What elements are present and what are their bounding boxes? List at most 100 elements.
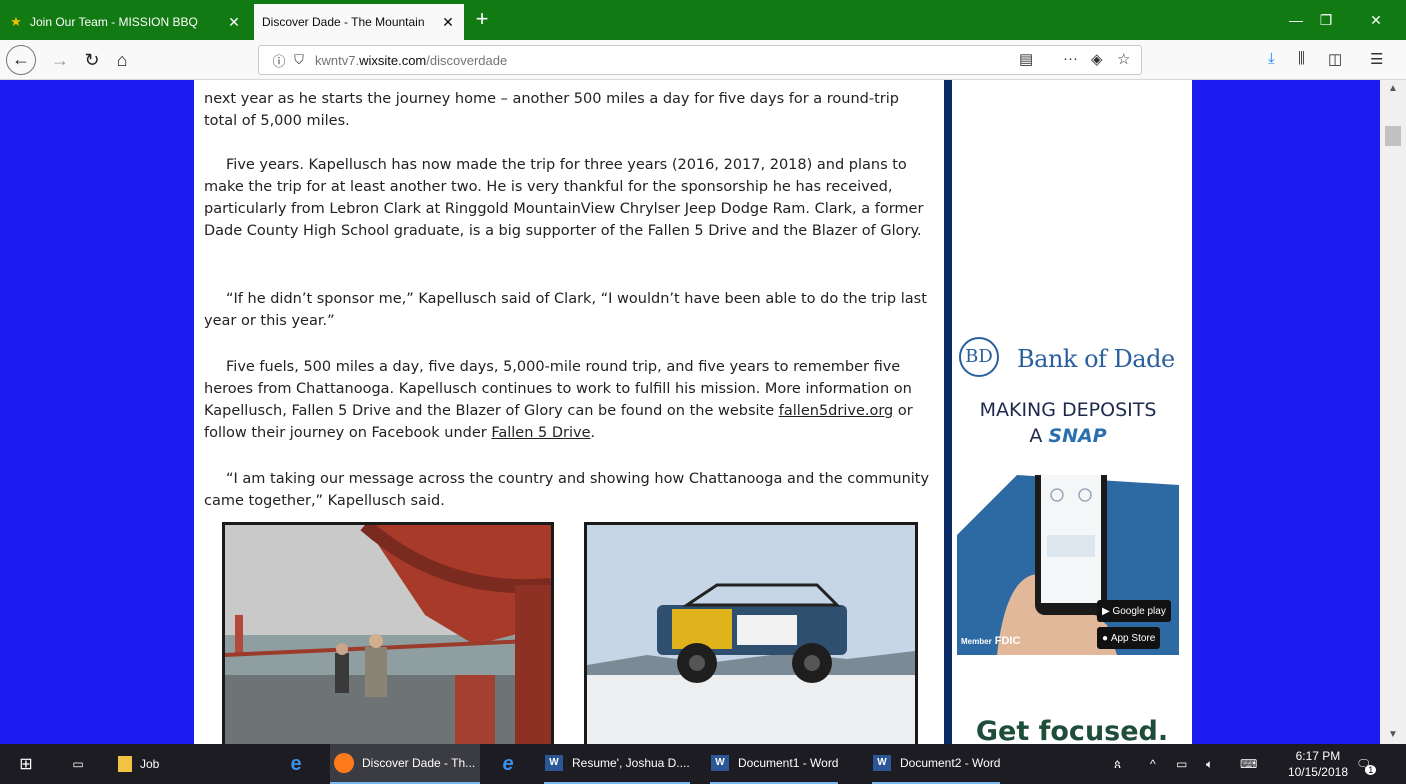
restore-button[interactable]: ❐ bbox=[1312, 8, 1340, 32]
vehicle-photo-image bbox=[587, 525, 915, 744]
app-store-badge[interactable]: ● App Store bbox=[1097, 627, 1161, 649]
tab-title: Join Our Team - MISSION BBQ bbox=[30, 15, 198, 29]
taskbar-item-firefox[interactable]: Discover Dade - Th... bbox=[330, 744, 480, 784]
taskbar-edge[interactable]: e bbox=[286, 744, 314, 784]
ad-headline-1: MAKING DEPOSITS bbox=[979, 399, 1157, 421]
clock-date: 10/15/2018 bbox=[1287, 765, 1348, 779]
back-button[interactable]: ← bbox=[6, 45, 36, 75]
firefox-icon bbox=[334, 753, 354, 773]
volume-icon[interactable]: 🔈︎ bbox=[1206, 744, 1213, 784]
taskbar-item-document1[interactable]: W Document1 - Word bbox=[710, 744, 839, 784]
info-icon[interactable]: ⓘ bbox=[269, 51, 289, 70]
taskbar: ⊞ ▭ Job e Discover Dade - Th... e W Resum… bbox=[0, 744, 1406, 784]
ie-icon: e bbox=[502, 752, 514, 775]
action-center-icon[interactable]: 🗨︎ 1 bbox=[1356, 744, 1377, 784]
taskbar-label: Document1 - Word bbox=[738, 756, 839, 770]
battery-icon[interactable]: ▭ bbox=[1176, 744, 1187, 784]
google-play-badge[interactable]: ▶ Google play bbox=[1097, 600, 1171, 622]
apple-icon: ● bbox=[1102, 632, 1111, 644]
taskbar-label: Document2 - Word bbox=[900, 756, 1001, 770]
scroll-thumb[interactable] bbox=[1385, 126, 1401, 146]
word-icon: W bbox=[544, 753, 564, 773]
page-scrollbar[interactable]: ▲ ▼ bbox=[1380, 80, 1406, 744]
ad-headline-emphasis: SNAP bbox=[1048, 425, 1107, 447]
ad-headline-2: A SNAP bbox=[957, 425, 1179, 447]
show-hidden-icons-icon[interactable]: ^ bbox=[1150, 744, 1156, 784]
paragraph-text: . bbox=[590, 425, 596, 441]
ad-headline-prefix: A bbox=[1029, 425, 1049, 447]
forward-button[interactable]: → bbox=[46, 46, 74, 74]
task-view-icon: ▭ bbox=[72, 757, 84, 771]
get-focused-ad-text[interactable]: Get focused. bbox=[952, 716, 1192, 744]
nav-bar: ← → ↻ ⌂ ⓘ ⛉ kwntv7.wixsite.com/discoverd… bbox=[0, 40, 1406, 80]
library-icon[interactable]: ⫼ bbox=[1298, 50, 1305, 67]
taskbar-item-resume[interactable]: W Resume', Joshua D.... bbox=[544, 744, 690, 784]
minimize-button[interactable]: — bbox=[1282, 8, 1310, 32]
google-play-label: Google play bbox=[1112, 605, 1166, 617]
url-text[interactable]: kwntv7.wixsite.com/discoverdade bbox=[315, 53, 507, 68]
close-tab-icon[interactable]: ✕ bbox=[440, 14, 456, 31]
fdic-member-label: Member bbox=[961, 637, 992, 646]
star-favicon-icon: ★ bbox=[10, 14, 22, 29]
folder-icon bbox=[118, 756, 132, 772]
fdic-badge: Member FDIC bbox=[961, 635, 1020, 647]
windows-logo-icon: ⊞ bbox=[19, 756, 33, 773]
scroll-up-icon[interactable]: ▲ bbox=[1380, 80, 1406, 98]
sidebar: BD Bank of Dade MAKING DEPOSITS A SNAP ▶… bbox=[952, 80, 1192, 744]
bookmark-star-icon[interactable]: ☆ bbox=[1117, 50, 1130, 68]
taskbar-ie[interactable]: e bbox=[498, 744, 526, 784]
close-window-button[interactable]: ✕ bbox=[1362, 8, 1390, 32]
vehicle-photo[interactable] bbox=[584, 522, 918, 744]
taskbar-item-job[interactable]: Job bbox=[118, 744, 159, 784]
edge-icon: e bbox=[290, 752, 302, 775]
taskbar-item-document2[interactable]: W Document2 - Word bbox=[872, 744, 1001, 784]
sidebar-toggle-icon[interactable]: ◫ bbox=[1328, 50, 1342, 68]
tab-discover-dade[interactable]: Discover Dade - The Mountain ✕ bbox=[254, 4, 464, 40]
taskbar-label: Resume', Joshua D.... bbox=[572, 756, 690, 770]
play-icon: ▶ bbox=[1102, 605, 1113, 617]
keyboard-icon[interactable]: ⌨ bbox=[1240, 744, 1257, 784]
word-icon: W bbox=[872, 753, 892, 773]
reload-button[interactable]: ↻ bbox=[78, 46, 106, 74]
start-button[interactable]: ⊞ bbox=[16, 744, 44, 784]
paragraph-2: Five years. Kapellusch has now made the … bbox=[204, 157, 924, 239]
paragraph-text: next year as he starts the journey home … bbox=[204, 91, 899, 129]
taskbar-label: Discover Dade - Th... bbox=[362, 756, 476, 770]
downloads-icon[interactable]: ⤓ bbox=[1268, 50, 1275, 67]
app-store-label: App Store bbox=[1110, 632, 1156, 644]
article-column: next year as he starts the journey home … bbox=[194, 80, 944, 744]
shield-icon[interactable]: ⛉ bbox=[289, 52, 309, 68]
paragraph-1: next year as he starts the journey home … bbox=[204, 80, 934, 132]
facebook-fallen5-link[interactable]: Fallen 5 Drive bbox=[491, 425, 590, 441]
menu-icon[interactable]: ☰ bbox=[1370, 50, 1383, 68]
page-actions-icon[interactable]: ··· bbox=[1063, 50, 1078, 67]
tab-bar: ★ Join Our Team - MISSION BBQ ✕ Discover… bbox=[0, 0, 1406, 40]
scroll-down-icon[interactable]: ▼ bbox=[1380, 726, 1406, 744]
bank-of-dade-ad[interactable]: BD Bank of Dade MAKING DEPOSITS A SNAP ▶… bbox=[957, 335, 1179, 655]
page-content: next year as he starts the journey home … bbox=[0, 80, 1380, 744]
pocket-icon[interactable]: ◈ bbox=[1091, 50, 1103, 68]
new-tab-button[interactable]: + bbox=[470, 6, 494, 34]
fallen5drive-link[interactable]: fallen5drive.org bbox=[779, 403, 893, 419]
paragraph-4: Five fuels, 500 miles a day, five days, … bbox=[204, 356, 934, 444]
task-view-button[interactable]: ▭ bbox=[68, 744, 96, 784]
bridge-photo-image bbox=[225, 525, 551, 744]
url-subdomain: kwntv7. bbox=[315, 52, 360, 68]
home-button[interactable]: ⌂ bbox=[108, 46, 136, 74]
url-path: /discoverdade bbox=[426, 52, 508, 68]
url-bar[interactable]: ⓘ ⛉ kwntv7.wixsite.com/discoverdade ▤ ··… bbox=[258, 45, 1142, 75]
people-icon[interactable]: ጰ bbox=[1114, 744, 1121, 784]
paragraph-5: “I am taking our message across the coun… bbox=[204, 471, 930, 509]
clock-time: 6:17 PM bbox=[1295, 749, 1341, 763]
tab-mission-bbq[interactable]: ★ Join Our Team - MISSION BBQ ✕ bbox=[0, 4, 250, 40]
reader-view-icon[interactable]: ▤ bbox=[1019, 50, 1033, 68]
word-icon: W bbox=[710, 753, 730, 773]
paragraph-3: “If he didn’t sponsor me,” Kapellusch sa… bbox=[204, 291, 927, 329]
taskbar-label: Job bbox=[140, 757, 160, 771]
url-domain: wixsite.com bbox=[359, 52, 427, 68]
system-clock[interactable]: 6:17 PM 10/15/2018 bbox=[1288, 748, 1348, 780]
close-tab-icon[interactable]: ✕ bbox=[226, 14, 242, 31]
bridge-photo[interactable] bbox=[222, 522, 554, 744]
ad-brand: Bank of Dade bbox=[1017, 345, 1175, 373]
bank-logo-icon: BD bbox=[959, 337, 999, 377]
